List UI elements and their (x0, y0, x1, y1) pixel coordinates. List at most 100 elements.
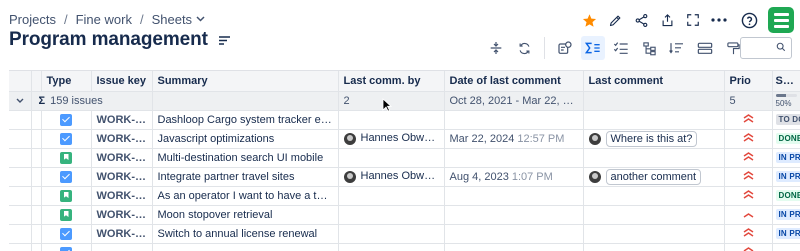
search-input[interactable] (740, 37, 792, 59)
expand-toggle[interactable] (9, 91, 32, 111)
status-cell: DONE (772, 186, 800, 206)
priority-high-icon (743, 189, 754, 202)
issue-key-cell[interactable]: WORK-114 (91, 224, 153, 244)
date-cell: Aug 4, 2023 1:07 PM (444, 167, 584, 187)
help-icon[interactable] (736, 7, 762, 33)
status-badge[interactable]: DONE (775, 133, 799, 145)
view-settings-icon[interactable] (553, 36, 577, 60)
table-row[interactable]: WORK-114 Switch to annual license renewal… (9, 224, 800, 244)
summary-cell[interactable]: Moon stopover retrieval (152, 205, 339, 225)
table-row[interactable]: WORK-100 Javascript optimizations Hannes O… (9, 129, 800, 149)
table-row[interactable]: WORK-97 Integrate partner travel sites Han… (9, 167, 800, 187)
prio-cell (724, 205, 773, 225)
more-horizontal-icon[interactable] (706, 7, 732, 33)
share-icon[interactable] (628, 7, 654, 33)
date-cell (444, 205, 584, 225)
summary-count-cell: Σ 159 issues (31, 91, 153, 111)
issue-key-cell[interactable] (91, 243, 153, 251)
status-progress-bar (775, 94, 797, 97)
summary-cell[interactable] (152, 243, 339, 251)
fullscreen-icon[interactable] (680, 7, 706, 33)
column-header-last-comm-by[interactable]: Last comm. by (338, 71, 445, 92)
table-row[interactable] (9, 243, 800, 251)
breadcrumb-sheets[interactable]: Sheets (152, 12, 192, 27)
priority-high-icon (743, 170, 754, 183)
priority-high-icon (743, 246, 754, 251)
status-cell: IN PR (772, 224, 800, 244)
collapse-rows-icon[interactable] (484, 36, 508, 60)
summary-cell[interactable]: Multi-destination search UI mobile (152, 148, 339, 168)
breadcrumb: Projects / Fine work / Sheets (9, 11, 205, 27)
export-icon[interactable] (654, 7, 680, 33)
summary-cell[interactable]: Dashloop Cargo system tracker email ... (152, 110, 339, 130)
column-header-type[interactable]: Type (41, 71, 92, 92)
prio-cell (724, 129, 773, 149)
row-gutter (31, 148, 42, 168)
row-gutter (31, 110, 42, 130)
last-comment-cell (583, 243, 725, 251)
comment-bubble[interactable]: another comment (605, 168, 702, 185)
summary-cell[interactable]: Integrate partner travel sites (152, 167, 339, 187)
summary-cell[interactable]: As an operator I want to have a turbo b.… (152, 186, 339, 206)
breadcrumb-fine-work[interactable]: Fine work (76, 12, 132, 27)
hierarchy-icon[interactable] (637, 36, 661, 60)
issue-key-cell[interactable]: WORK-111 (91, 110, 153, 130)
status-badge[interactable]: IN PR (775, 228, 799, 240)
last-comm-by-cell (338, 205, 445, 225)
breadcrumb-separator: / (139, 11, 144, 27)
status-badge[interactable]: IN PR (775, 209, 799, 221)
list-filter-icon[interactable] (218, 33, 232, 47)
comment-bubble[interactable]: Where is this at? (605, 130, 698, 147)
status-badge[interactable]: TO DO (775, 114, 799, 126)
status-cell: IN PR (772, 148, 800, 168)
top-actions (576, 6, 794, 34)
issue-key-cell[interactable]: WORK-97 (91, 167, 153, 187)
status-badge[interactable]: DONE (775, 190, 799, 202)
row-gutter (9, 205, 32, 225)
status-cell: IN PR (772, 205, 800, 225)
row-height-icon[interactable] (693, 36, 717, 60)
issue-key-cell[interactable]: WORK-98 (91, 148, 153, 168)
checklist-icon[interactable] (609, 36, 633, 60)
sum-icon[interactable] (581, 36, 605, 60)
last-comment-cell (583, 148, 725, 168)
type-cell (41, 205, 92, 225)
table-row[interactable]: WORK-95 As an operator I want to have a t… (9, 186, 800, 206)
last-comm-by-cell: Hannes Obweger (338, 167, 445, 187)
breadcrumb-projects[interactable]: Projects (9, 12, 56, 27)
summary-cell[interactable]: Javascript optimizations (152, 129, 339, 149)
column-header-last-comment[interactable]: Last comment (583, 71, 725, 92)
column-header-prio[interactable]: Prio (724, 71, 773, 92)
date-cell (444, 186, 584, 206)
type-cell (41, 129, 92, 149)
chevron-down-icon[interactable] (16, 95, 24, 107)
table-row[interactable]: WORK-111 Dashloop Cargo system tracker em… (9, 110, 800, 130)
column-header-date-of-last-comment[interactable]: Date of last comment (444, 71, 584, 92)
issue-key-cell[interactable]: WORK-96 (91, 205, 153, 225)
star-icon[interactable] (576, 7, 602, 33)
refresh-icon[interactable] (512, 36, 536, 60)
column-header-summary[interactable]: Summary (152, 71, 339, 92)
status-badge[interactable]: IN PR (775, 152, 799, 164)
table-row[interactable]: WORK-96 Moon stopover retrieval IN PR (9, 205, 800, 225)
summary-cell[interactable]: Switch to annual license renewal (152, 224, 339, 244)
issue-key-cell[interactable]: WORK-100 (91, 129, 153, 149)
sort-icon[interactable] (665, 36, 689, 60)
column-header-status[interactable]: Status (772, 71, 800, 92)
comment-time: 12:57 PM (517, 132, 565, 145)
avatar (588, 170, 601, 183)
table-row[interactable]: WORK-98 Multi-destination search UI mobil… (9, 148, 800, 168)
priority-high-icon (743, 227, 754, 240)
type-cell (41, 186, 92, 206)
last-comment-cell (583, 110, 725, 130)
column-header-issue-key[interactable]: Issue key (91, 71, 153, 92)
app-logo-icon[interactable] (768, 7, 794, 33)
row-gutter (31, 224, 42, 244)
row-gutter (9, 148, 32, 168)
pencil-icon[interactable] (602, 7, 628, 33)
status-badge[interactable]: IN PR (775, 171, 799, 183)
chevron-down-icon[interactable] (196, 14, 205, 25)
page-title: Program management (9, 29, 208, 50)
title-row: Program management (9, 29, 232, 51)
issue-key-cell[interactable]: WORK-95 (91, 186, 153, 206)
